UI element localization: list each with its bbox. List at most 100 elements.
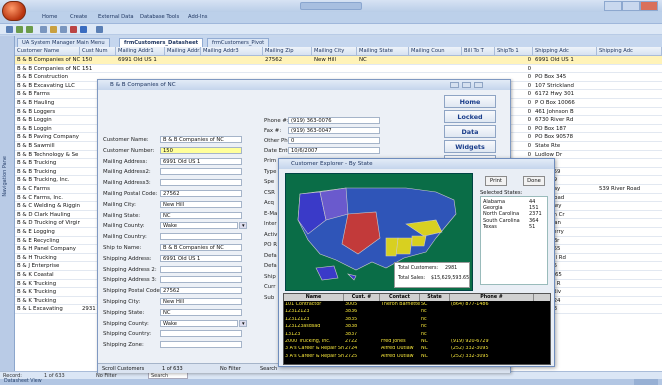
column-header[interactable]: Customer Name xyxy=(15,47,80,56)
state-name[interactable]: Texas xyxy=(483,224,497,230)
column-header[interactable]: Mailing Addr1 xyxy=(116,47,165,56)
column-header[interactable]: Mailing Coun xyxy=(409,47,462,56)
selected-states-list[interactable]: Alabama 44 Georgia 151 North Carolina 2371 Sou… xyxy=(480,196,548,285)
table-cell: 0 xyxy=(527,57,531,63)
column-header[interactable]: ShipTo 1 xyxy=(495,47,533,56)
column-header[interactable]: Mailing City xyxy=(312,47,357,56)
grid-column-header[interactable]: State xyxy=(420,294,450,301)
preview-icon[interactable] xyxy=(60,26,67,33)
state-name[interactable]: Alabama xyxy=(483,199,505,205)
done-button[interactable]: Done xyxy=(523,176,545,186)
field-value[interactable]: NC xyxy=(160,308,242,316)
tab-add-ins[interactable]: Add-Ins xyxy=(188,14,207,20)
dropdown-arrow-icon[interactable]: ▾ xyxy=(239,222,247,230)
customize-icon[interactable] xyxy=(96,26,103,33)
field-value[interactable]: (919) 363-0076 xyxy=(288,117,380,124)
form-close-button[interactable] xyxy=(474,82,483,88)
field-value[interactable] xyxy=(160,276,242,284)
tab-database-tools[interactable]: Database Tools xyxy=(140,14,179,20)
field-value[interactable]: B & B Companies of NC xyxy=(160,244,242,251)
redo-icon[interactable] xyxy=(26,26,33,33)
field-value[interactable]: 0 xyxy=(288,137,380,144)
table-cell: B & K Trucking xyxy=(17,289,57,296)
doc-tab-customers-pivot[interactable]: frmCustomers_Pivot xyxy=(207,38,270,47)
field-value[interactable] xyxy=(160,341,242,349)
column-header[interactable]: Mailing Addr3 xyxy=(201,47,263,56)
grid-column-header[interactable]: Contact xyxy=(380,294,420,301)
field-value[interactable]: New Hill xyxy=(160,200,242,208)
column-header[interactable]: Bill To T xyxy=(462,47,495,56)
column-header[interactable]: Mailing Addr2 xyxy=(165,47,201,56)
tab-home[interactable]: Home xyxy=(42,14,57,20)
doc-tab-customers-datasheet[interactable]: frmCustomers_Datasheet xyxy=(119,38,204,47)
form-minimize-button[interactable] xyxy=(450,82,459,88)
minimize-button[interactable] xyxy=(604,1,622,11)
title-bar xyxy=(0,0,662,12)
dropdown-arrow-icon[interactable]: ▾ xyxy=(239,319,247,327)
field-value[interactable]: 27562 xyxy=(160,287,242,295)
office-button[interactable] xyxy=(2,1,26,21)
open-icon[interactable] xyxy=(50,26,57,33)
undo-icon[interactable] xyxy=(16,26,23,33)
form-button-home[interactable]: Home xyxy=(444,95,496,108)
form-button-locked[interactable]: Locked xyxy=(444,110,496,123)
column-header[interactable]: Cust Num xyxy=(80,47,116,56)
field-value[interactable]: 6991 Old US 1 xyxy=(160,157,242,165)
field-value[interactable]: 27562 xyxy=(160,190,242,197)
form-nav-filter[interactable]: No Filter xyxy=(220,364,241,374)
grid-cell: nc xyxy=(421,316,427,322)
field-value[interactable]: (919) 363-0047 xyxy=(288,127,380,134)
column-header[interactable]: Mailing State xyxy=(357,47,409,56)
field-value[interactable] xyxy=(160,330,242,338)
state-name[interactable]: Georgia xyxy=(483,205,503,211)
save-icon[interactable] xyxy=(6,26,13,33)
print-icon[interactable] xyxy=(40,26,47,33)
refresh-icon[interactable] xyxy=(80,26,87,33)
navigation-pane[interactable]: Navigation Pane xyxy=(0,36,15,371)
field-value[interactable]: NC xyxy=(160,211,242,219)
form-maximize-button[interactable] xyxy=(462,82,471,88)
field-value[interactable] xyxy=(160,168,242,176)
table-cell xyxy=(597,56,662,65)
column-header[interactable]: Shipping Adc xyxy=(533,47,597,56)
field-value[interactable]: B & B Companies of NC xyxy=(160,136,242,143)
field-value[interactable]: 150 xyxy=(160,146,242,154)
maximize-button[interactable] xyxy=(622,1,640,11)
grid-column-header[interactable]: Phone # xyxy=(450,294,534,301)
table-cell xyxy=(597,202,662,211)
tab-external-data[interactable]: External Data xyxy=(98,14,134,20)
field-value[interactable] xyxy=(160,233,242,241)
form-button-widgets[interactable]: Widgets xyxy=(444,140,496,153)
state-name[interactable]: South Carolina xyxy=(483,218,520,224)
form-button-data[interactable]: Data xyxy=(444,125,496,138)
close-button[interactable] xyxy=(640,1,658,11)
table-row[interactable]: B & B Companies of NC 150 6991 Old US 1 275… xyxy=(15,56,662,65)
state-name[interactable]: North Carolina xyxy=(483,211,519,217)
us-states-map[interactable]: Total Customers: 2981 Total Sales: $15,6… xyxy=(285,173,473,291)
customer-grid[interactable]: Name Cust. # Contact State Phone # 101 Contra… xyxy=(283,293,551,365)
field-value[interactable]: 6991 Old US 1 xyxy=(160,254,242,262)
table-row[interactable]: B & B Companies of NC 151 0 xyxy=(15,64,662,74)
form-nav-search[interactable]: Search xyxy=(260,364,277,374)
grid-column-header[interactable]: Name xyxy=(284,294,344,301)
tab-create[interactable]: Create xyxy=(70,14,87,20)
field-value[interactable]: Wake xyxy=(160,319,238,327)
column-header[interactable]: Shipping Adc xyxy=(597,47,662,56)
field-value[interactable]: Wake xyxy=(160,222,238,230)
grid-column-header[interactable]: Cust. # xyxy=(344,294,380,301)
field-value[interactable]: 10/6/2007 xyxy=(288,147,380,154)
table-cell: B & B Excavating LLC xyxy=(17,82,75,89)
field-value[interactable] xyxy=(160,179,242,187)
field-value[interactable]: New Hill xyxy=(160,298,242,305)
spelling-icon[interactable] xyxy=(70,26,77,33)
print-button[interactable]: Print xyxy=(485,176,507,186)
field-value[interactable] xyxy=(160,265,242,273)
column-header[interactable]: Mailing Zip xyxy=(263,47,312,56)
table-cell: PO Box 187 xyxy=(535,125,567,132)
grid-cell xyxy=(450,317,534,323)
table-cell: B & E Recycling xyxy=(17,237,60,244)
doc-tab-main-menu[interactable]: UA System Manager Main Menu xyxy=(17,38,110,47)
grid-scrollbar[interactable] xyxy=(534,294,550,301)
view-switcher[interactable] xyxy=(634,379,658,385)
form-nav-position[interactable]: 1 of 633 xyxy=(162,364,183,374)
